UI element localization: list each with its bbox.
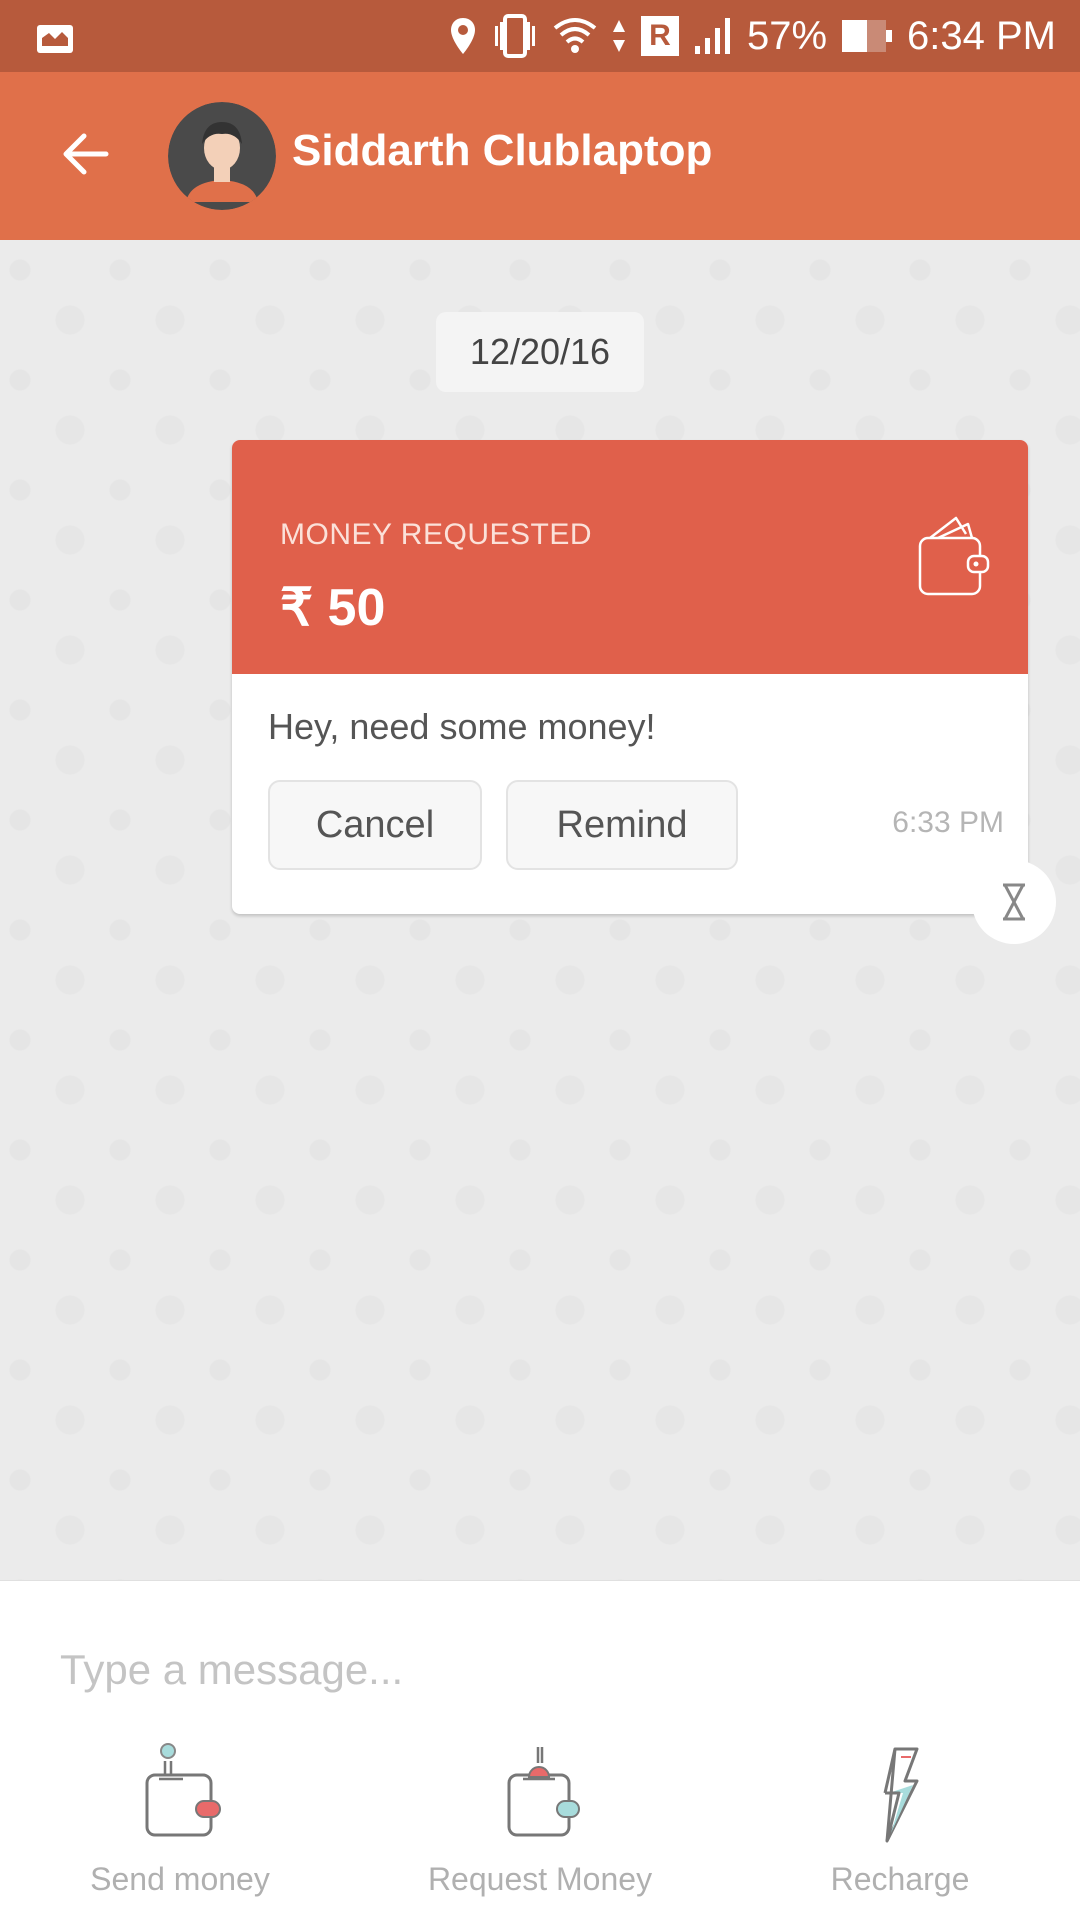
request-money-button[interactable]: Request Money [390, 1741, 690, 1911]
recharge-button[interactable]: Recharge [750, 1741, 1050, 1911]
remind-button[interactable]: Remind [506, 780, 738, 870]
money-request-header: MONEY REQUESTED ₹ 50 [232, 440, 1028, 674]
request-label: MONEY REQUESTED [280, 518, 592, 551]
request-amount: ₹ 50 [280, 579, 386, 637]
request-message: Hey, need some money! [268, 706, 656, 747]
back-button[interactable] [56, 124, 116, 184]
status-bar: R 57% 6:34 PM [0, 0, 1080, 72]
battery-percent: 57% [746, 13, 828, 58]
vibrate-icon [491, 14, 539, 58]
send-money-wallet-icon [145, 1743, 221, 1837]
chat-area: 12/20/16 MONEY REQUESTED ₹ 50 Hey, need … [0, 240, 1080, 1580]
send-money-button[interactable]: Send money [30, 1741, 330, 1911]
composer: Send money Request Money Rechar [0, 1580, 1080, 1921]
wallet-icon [916, 514, 992, 603]
message-input[interactable] [60, 1635, 1020, 1705]
money-request-card: MONEY REQUESTED ₹ 50 Hey, need some mone… [232, 440, 1028, 914]
gallery-notification-icon [36, 24, 74, 54]
contact-name[interactable]: Siddarth Clublaptop [292, 126, 712, 176]
signal-icon [693, 16, 733, 56]
pending-status [972, 860, 1056, 944]
message-time: 6:33 PM [892, 806, 1004, 839]
request-money-wallet-icon [507, 1747, 580, 1837]
cancel-button[interactable]: Cancel [268, 780, 482, 870]
request-money-label: Request Money [427, 1861, 653, 1897]
lightning-icon [883, 1747, 919, 1843]
location-icon [449, 16, 477, 56]
arrow-left-icon [63, 133, 109, 175]
hourglass-icon [1003, 883, 1025, 921]
app-bar: Siddarth Clublaptop [0, 72, 1080, 240]
data-arrows-icon [611, 18, 627, 54]
recharge-label: Recharge [830, 1861, 970, 1897]
avatar[interactable] [168, 102, 276, 210]
wifi-icon [553, 16, 597, 56]
send-money-label: Send money [90, 1861, 270, 1897]
clock: 6:34 PM [907, 13, 1056, 58]
battery-icon [841, 18, 893, 54]
user-avatar-icon [168, 102, 276, 210]
date-chip: 12/20/16 [436, 312, 644, 392]
roaming-icon: R [640, 16, 679, 56]
